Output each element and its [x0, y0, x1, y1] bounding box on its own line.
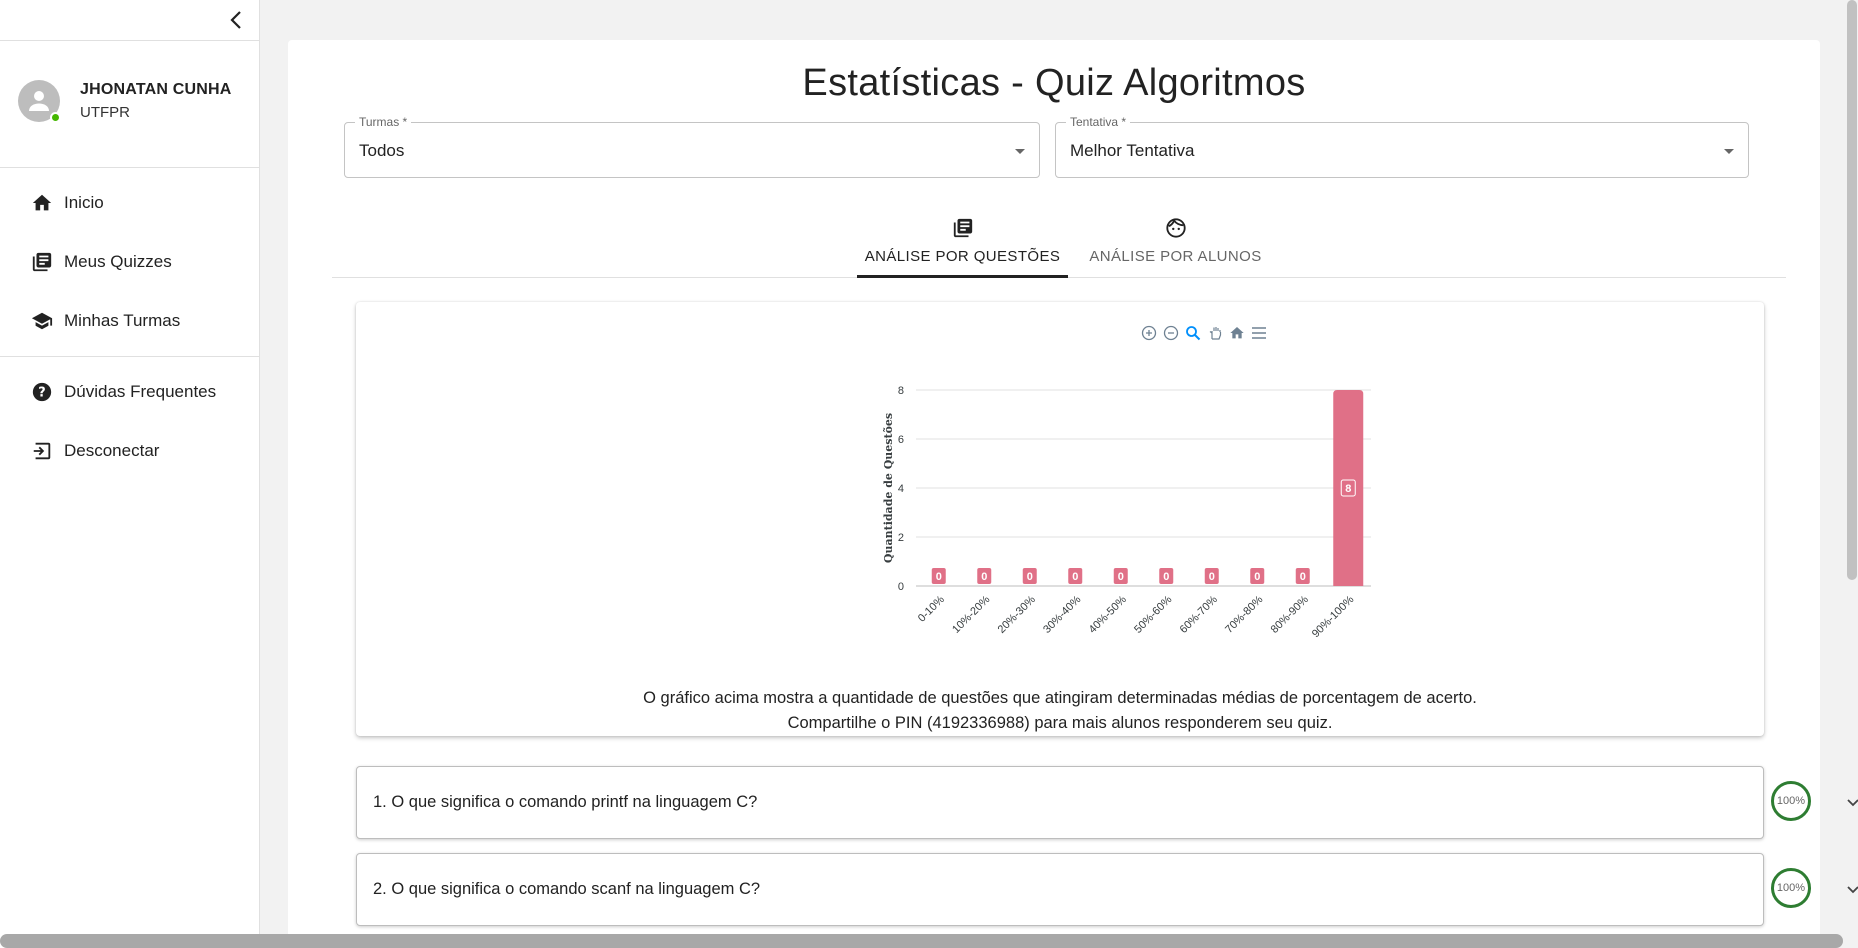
sidebar-item-inicio[interactable]: Inicio — [30, 191, 104, 215]
divider — [0, 356, 259, 357]
horizontal-scrollbar[interactable] — [0, 934, 1843, 948]
sidebar-item-label: Minhas Turmas — [64, 311, 181, 330]
x-tick-label: 10%-20% — [950, 593, 992, 635]
page-title: Estatísticas - Quiz Algoritmos — [802, 62, 1306, 104]
question-text: 2. O que significa o comando scanf na li… — [373, 880, 761, 898]
data-label: 0 — [1254, 571, 1260, 583]
avatar — [18, 80, 61, 123]
data-label: 0 — [936, 571, 942, 583]
y-axis-label: Quantidade de Questões — [882, 413, 895, 563]
y-tick-label: 4 — [898, 483, 904, 495]
data-label: 0 — [1209, 571, 1215, 583]
tab-analise-por-questoes[interactable]: ANÁLISE POR QUESTÕES — [857, 210, 1068, 278]
tentativa-select[interactable]: Tentativa * Melhor Tentativa — [1055, 115, 1749, 178]
question-accordion-2[interactable]: 2. O que significa o comando scanf na li… — [356, 853, 1858, 926]
tentativa-select-value: Melhor Tentativa — [1070, 141, 1195, 160]
sidebar: JHONATAN CUNHA UTFPR Inicio Meus Quizzes… — [0, 0, 260, 948]
x-tick-label: 30%-40% — [1041, 593, 1083, 635]
x-tick-label: 20%-30% — [996, 593, 1038, 635]
y-tick-label: 0 — [898, 581, 904, 593]
logout-icon — [30, 439, 54, 463]
library-books-icon — [30, 250, 54, 274]
user-name: JHONATAN CUNHA — [80, 81, 232, 98]
tab-label: ANÁLISE POR ALUNOS — [1089, 248, 1262, 265]
chart-caption: O gráfico acima mostra a quantidade de q… — [356, 686, 1764, 736]
help-icon: ? — [30, 380, 54, 404]
dropdown-arrow-icon — [1015, 149, 1025, 154]
turmas-select-value: Todos — [359, 141, 405, 160]
person-icon — [29, 91, 49, 111]
data-label: 0 — [1027, 571, 1033, 583]
x-tick-label: 70%-80% — [1223, 593, 1265, 635]
dropdown-arrow-icon — [1724, 149, 1734, 154]
question-text: 1. O que significa o comando printf na l… — [373, 793, 758, 811]
chevron-down-icon — [1843, 880, 1858, 900]
chevron-down-icon — [1843, 793, 1858, 813]
turmas-select[interactable]: Turmas * Todos — [344, 115, 1040, 178]
tab-analise-por-alunos[interactable]: ANÁLISE POR ALUNOS — [1070, 210, 1281, 278]
x-tick-label: 90%-100% — [1310, 593, 1357, 640]
data-label: 0 — [1163, 571, 1169, 583]
sidebar-item-minhas-turmas[interactable]: Minhas Turmas — [30, 309, 180, 333]
data-label: 0 — [1300, 571, 1306, 583]
library-books-icon — [952, 214, 974, 242]
online-status-indicator — [50, 112, 61, 123]
tentativa-select-label: Tentativa * — [1066, 115, 1131, 129]
sidebar-item-meus-quizzes[interactable]: Meus Quizzes — [30, 250, 172, 274]
sidebar-item-label: Meus Quizzes — [64, 252, 172, 271]
percent-badge: 100% — [1771, 868, 1811, 908]
x-tick-label: 60%-70% — [1178, 593, 1220, 635]
divider — [0, 40, 259, 41]
data-label: 8 — [1345, 483, 1351, 495]
data-label: 0 — [1072, 571, 1078, 583]
sidebar-item-desconectar[interactable]: Desconectar — [30, 439, 159, 463]
y-tick-label: 8 — [898, 385, 904, 397]
data-label: 0 — [1118, 571, 1124, 583]
percent-badge: 100% — [1771, 781, 1811, 821]
statistics-card: Estatísticas - Quiz Algoritmos Turmas * … — [288, 40, 1858, 948]
tab-label: ANÁLISE POR QUESTÕES — [864, 248, 1061, 265]
chart-caption-pin: Compartilhe o PIN (4192336988) para mais… — [787, 714, 1333, 732]
sidebar-item-label: Desconectar — [64, 441, 160, 460]
sidebar-item-label: Inicio — [64, 193, 104, 212]
chart-panel: 0 2 4 6 8 Quantidade de Questões 0 0-10% 0 10%-20… — [356, 302, 1764, 736]
divider — [0, 167, 259, 168]
y-tick-label: 6 — [898, 434, 904, 446]
y-tick-label: 2 — [898, 532, 904, 544]
face-icon — [1165, 214, 1187, 242]
school-icon — [30, 309, 54, 333]
bar-chart: 0 2 4 6 8 Quantidade de Questões 0 0-10% 0 10%-20… — [882, 385, 1371, 640]
x-tick-label: 50%-60% — [1132, 593, 1174, 635]
x-tick-label: 40%-50% — [1087, 593, 1129, 635]
svg-text:?: ? — [38, 386, 45, 401]
sidebar-item-duvidas-frequentes[interactable]: ? Dúvidas Frequentes — [30, 380, 216, 404]
x-tick-label: 0-10% — [916, 593, 947, 624]
sidebar-item-label: Dúvidas Frequentes — [64, 382, 217, 401]
data-label: 0 — [981, 571, 987, 583]
question-accordion-1[interactable]: 1. O que significa o comando printf na l… — [356, 766, 1858, 839]
chart-caption-line-1: O gráfico acima mostra a quantidade de q… — [643, 689, 1477, 707]
chevron-left-icon — [230, 11, 241, 29]
vertical-scrollbar[interactable] — [1847, 0, 1857, 580]
turmas-select-label: Turmas * — [355, 115, 412, 129]
x-tick-label: 80%-90% — [1269, 593, 1311, 635]
user-profile: JHONATAN CUNHA UTFPR — [18, 80, 232, 123]
user-organization: UTFPR — [80, 104, 130, 121]
active-tab-indicator — [857, 275, 1068, 278]
home-icon — [30, 191, 54, 215]
collapse-sidebar-button[interactable] — [222, 6, 250, 34]
